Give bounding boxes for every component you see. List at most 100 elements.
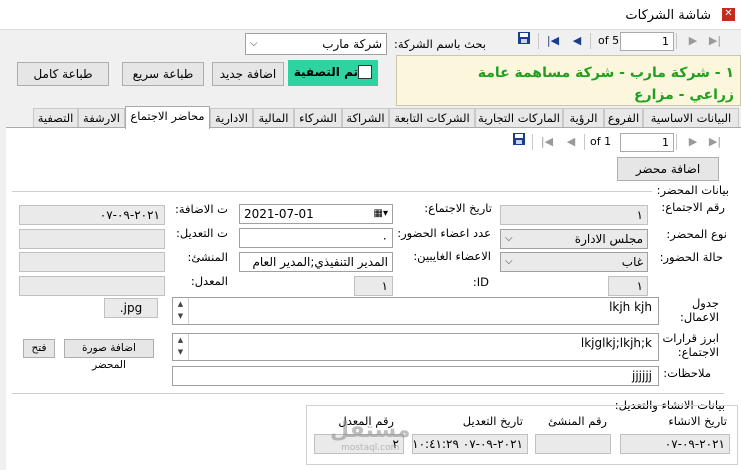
agenda-label: جدول الاعمال: <box>680 296 719 324</box>
top-pager-total: of 5 <box>598 34 620 47</box>
notes-field[interactable]: jjjjjj <box>172 366 659 386</box>
modifier-field <box>19 276 165 296</box>
attendees-count-label: عدد اعضاء الحضور: <box>397 226 491 240</box>
section-divider <box>12 393 724 394</box>
previous-record-icon[interactable]: ◀ <box>568 32 586 50</box>
pager-separator <box>532 134 533 150</box>
edited-date-field-audit: ٢٠٢١-٠٩-٠٧ ١٠:٤١:٢٩ م <box>412 434 528 454</box>
tab-basic-data[interactable]: البيانات الاساسية <box>643 108 739 128</box>
chevron-down-icon[interactable]: ⌵ <box>505 253 513 271</box>
attendance-status-combo[interactable]: غاب ⌵ <box>500 252 648 272</box>
tab-administrative[interactable]: الادارية <box>210 108 253 128</box>
meeting-date-value: 2021-07-01 <box>244 207 314 221</box>
chevron-down-icon[interactable]: ⌵ <box>505 230 513 248</box>
tab-subsidiaries[interactable]: الشركات التابعة <box>389 108 475 128</box>
company-search-value: شركة مارب <box>322 37 382 51</box>
absent-members-label: الاعضاء الغايبين: <box>413 249 491 263</box>
top-pager-current-input[interactable]: 1 <box>620 32 674 51</box>
tab-partnership[interactable]: الشراكة <box>342 108 389 128</box>
id-field: ١ <box>608 276 648 296</box>
company-search-combo[interactable]: شركة مارب ⌵ <box>245 33 387 55</box>
meeting-number-label: رقم الاجتماع: <box>661 200 725 214</box>
company-summary-line2: زراعي - مزارع <box>633 87 734 103</box>
meeting-date-picker[interactable]: 2021-07-01 ▦▾ <box>239 204 393 224</box>
meeting-date-label: تاريخ الاجتماع: <box>424 201 492 215</box>
save-icon[interactable] <box>515 32 533 50</box>
company-window: ✕ شاشة الشركات ▶| ▶ 1 of 5 ◀ |◀ بحث باسم… <box>0 0 741 470</box>
add-minute-image-button[interactable]: اضافة صورة المحضر <box>64 339 154 371</box>
next-record-icon[interactable]: ▶ <box>684 32 702 50</box>
full-print-button[interactable]: طباعة كامل <box>17 62 109 86</box>
filter-status-box: تم التصفية <box>288 60 378 86</box>
creator-field <box>19 252 165 272</box>
pager-separator <box>676 33 677 49</box>
file-extension-field: jpg. <box>104 298 158 318</box>
section-divider <box>12 191 652 192</box>
minute-type-combo[interactable]: مجلس الادارة ⌵ <box>500 229 648 249</box>
creator-number-label: رقم المنشئ <box>547 414 607 428</box>
inner-pager-total: of 1 <box>590 135 612 148</box>
attendance-status-value: غاب <box>621 255 643 269</box>
created-date-label: تاريخ الانشاء <box>668 414 727 428</box>
last-record-icon[interactable]: ▶| <box>706 133 724 151</box>
id-label: ID: <box>472 275 489 289</box>
minute-section-title: بيانات المحضر: <box>656 183 729 197</box>
tab-vision[interactable]: الرؤية <box>563 108 604 128</box>
minute-type-label: نوع المحضر: <box>666 227 727 241</box>
last-record-icon[interactable]: ▶| <box>706 32 724 50</box>
filter-checkbox[interactable] <box>358 65 372 79</box>
added-date-field: ٢٠٢١-٠٩-٠٧ <box>19 205 165 225</box>
watermark-brand: مستقل <box>330 418 411 443</box>
edited-date-field <box>19 229 165 249</box>
first-record-icon[interactable]: |◀ <box>538 133 556 151</box>
calendar-icon[interactable]: ▦▾ <box>374 205 388 223</box>
memo-scroll-arrows[interactable]: ▲ ▼ <box>173 334 189 360</box>
company-summary-line1: ١ - شركة مارب - شركة مساهمة عامة <box>477 65 734 81</box>
add-minute-button[interactable]: اضافة محضر <box>617 157 719 181</box>
close-icon[interactable]: ✕ <box>722 8 735 21</box>
open-file-button[interactable]: فتح <box>23 339 55 358</box>
modifier-id-field: ١ <box>354 276 393 296</box>
tab-meeting-minutes[interactable]: محاضر الاجتماع <box>125 106 210 129</box>
company-summary-card: ١ - شركة مارب - شركة مساهمة عامة زراعي -… <box>396 55 741 106</box>
added-date-label: ت الاضافة: <box>174 202 228 216</box>
watermark-logo: مستقل mostaql.com <box>330 418 410 453</box>
attendance-status-label: حالة الحضور: <box>659 250 723 264</box>
quick-print-button[interactable]: طباعة سريع <box>122 62 204 86</box>
creator-number-field <box>535 434 611 454</box>
edited-date-label-audit: تاريخ التعديل <box>462 414 523 428</box>
inner-pager-current-input[interactable]: 1 <box>620 133 674 152</box>
agenda-field[interactable]: ▲ ▼ lkjh kjh <box>172 297 659 325</box>
attendees-count-field[interactable]: ٠ <box>239 228 393 248</box>
absent-members-field[interactable]: المدير التنفيذي;المدير العام <box>239 252 393 272</box>
tab-archiving[interactable]: الارشفة <box>78 108 125 128</box>
decisions-field[interactable]: ▲ ▼ lkjglkj;lkjh;k <box>172 333 659 361</box>
creator-label: المنشئ: <box>187 250 228 264</box>
meeting-number-field[interactable]: ١ <box>500 205 648 225</box>
edited-date-label: ت التعديل: <box>175 226 228 240</box>
save-icon[interactable] <box>510 133 528 151</box>
add-new-button[interactable]: اضافة جديد <box>212 62 284 86</box>
tab-financial[interactable]: المالية <box>253 108 294 128</box>
memo-scroll-arrows[interactable]: ▲ ▼ <box>173 298 189 324</box>
agenda-text: lkjh kjh <box>609 300 652 314</box>
previous-record-icon[interactable]: ◀ <box>562 133 580 151</box>
next-record-icon[interactable]: ▶ <box>684 133 702 151</box>
tab-branches[interactable]: الفروع <box>604 108 643 128</box>
modifier-label: المعدل: <box>190 274 228 288</box>
pager-separator <box>676 134 677 150</box>
created-date-field: ٢٠٢١-٠٩-٠٧ <box>620 434 730 454</box>
first-record-icon[interactable]: |◀ <box>544 32 562 50</box>
watermark-domain: mostaql.com <box>341 443 400 453</box>
tab-strip: البيانات الاساسية الفروع الرؤية الماركات… <box>0 106 741 129</box>
pager-separator <box>538 33 539 49</box>
notes-label: ملاحظات: <box>663 366 711 380</box>
minute-type-value: مجلس الادارة <box>574 232 643 246</box>
window-title: شاشة الشركات <box>625 8 711 23</box>
tab-partners[interactable]: الشركاء <box>294 108 342 128</box>
tab-trademarks[interactable]: الماركات التجارية <box>475 108 563 128</box>
tab-liquidation[interactable]: التصفية <box>33 108 78 128</box>
chevron-down-icon[interactable]: ⌵ <box>250 34 258 54</box>
title-bar: ✕ شاشة الشركات <box>0 0 741 30</box>
pager-separator <box>590 33 591 49</box>
